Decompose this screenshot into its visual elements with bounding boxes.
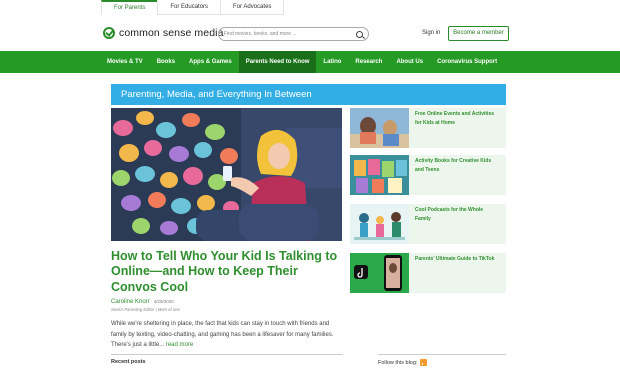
hero-headline-link[interactable]: How to Tell Who Your Kid Is Talking to O… — [111, 249, 343, 295]
search-bar[interactable]: Find movies, books, and more ... — [218, 27, 369, 41]
card-title-link[interactable]: Parents' Ultimate Guide to TikTok — [409, 253, 500, 293]
card-thumbnail — [350, 108, 409, 148]
follow-blog: Follow this blog: — [378, 354, 506, 366]
nav-apps-games[interactable]: Apps & Games — [182, 51, 239, 73]
nav-movies-tv[interactable]: Movies & TV — [100, 51, 150, 73]
nav-books[interactable]: Books — [150, 51, 182, 73]
card-title-link[interactable]: Cool Podcasts for the Whole Family — [409, 204, 506, 244]
post-excerpt: While we're sheltering in place, the fac… — [111, 319, 343, 351]
checkmark-logo-icon — [103, 27, 115, 39]
sidebar-card-podcasts[interactable]: Cool Podcasts for the Whole Family — [350, 204, 506, 244]
card-thumbnail — [350, 155, 409, 195]
read-more-link[interactable]: read more — [166, 342, 193, 348]
search-icon[interactable] — [356, 30, 363, 38]
nav-about-us[interactable]: About Us — [389, 51, 430, 73]
rss-icon[interactable] — [420, 359, 428, 366]
hero-illustration — [111, 108, 342, 241]
author-line: Caroline Knorr 4/29/2020 — [111, 299, 174, 305]
card-thumbnail — [350, 204, 409, 244]
become-member-button[interactable]: Become a member — [448, 26, 509, 41]
nav-coronavirus-support[interactable]: Coronavirus Support — [430, 51, 504, 73]
nav-research[interactable]: Research — [348, 51, 389, 73]
tab-for-advocates[interactable]: For Advocates — [220, 0, 285, 15]
audience-tabs: For Parents For Educators For Advocates — [101, 0, 285, 15]
blog-banner: Parenting, Media, and Everything In Betw… — [111, 84, 506, 105]
nav-parents-need-to-know[interactable]: Parents Need to Know — [238, 51, 317, 73]
post-date: 4/29/2020 — [153, 299, 174, 304]
sidebar-card-online-events[interactable]: Free Online Events and Activities for Ki… — [350, 108, 506, 148]
sidebar-card-tiktok[interactable]: Parents' Ultimate Guide to TikTok — [350, 253, 506, 293]
tab-for-parents[interactable]: For Parents — [101, 0, 158, 15]
tab-for-educators[interactable]: For Educators — [157, 0, 221, 15]
site-logo[interactable]: common sense media — [103, 27, 224, 39]
recent-posts-heading: Recent posts — [111, 354, 343, 365]
main-nav: Movies & TV Books Apps & Games Parents N… — [0, 51, 620, 73]
card-thumbnail — [350, 253, 409, 293]
excerpt-text: While we're sheltering in place, the fac… — [111, 321, 334, 348]
hero-image[interactable] — [111, 108, 342, 241]
card-title-link[interactable]: Activity Books for Creative Kids and Tee… — [409, 155, 506, 195]
sign-in-link[interactable]: Sign in — [422, 30, 440, 36]
sidebar-card-activity-books[interactable]: Activity Books for Creative Kids and Tee… — [350, 155, 506, 195]
author-name-link[interactable]: Caroline Knorr — [111, 299, 150, 305]
author-role: Senior Parenting Editor | Mom of one — [111, 307, 180, 312]
follow-blog-label: Follow this blog: — [378, 359, 418, 366]
blog-title: Parenting, Media, and Everything In Betw… — [121, 89, 312, 100]
nav-latino[interactable]: Latino — [316, 51, 348, 73]
logo-text: common sense media — [119, 27, 224, 39]
card-title-link[interactable]: Free Online Events and Activities for Ki… — [409, 108, 506, 148]
search-input[interactable]: Find movies, books, and more ... — [224, 31, 356, 37]
